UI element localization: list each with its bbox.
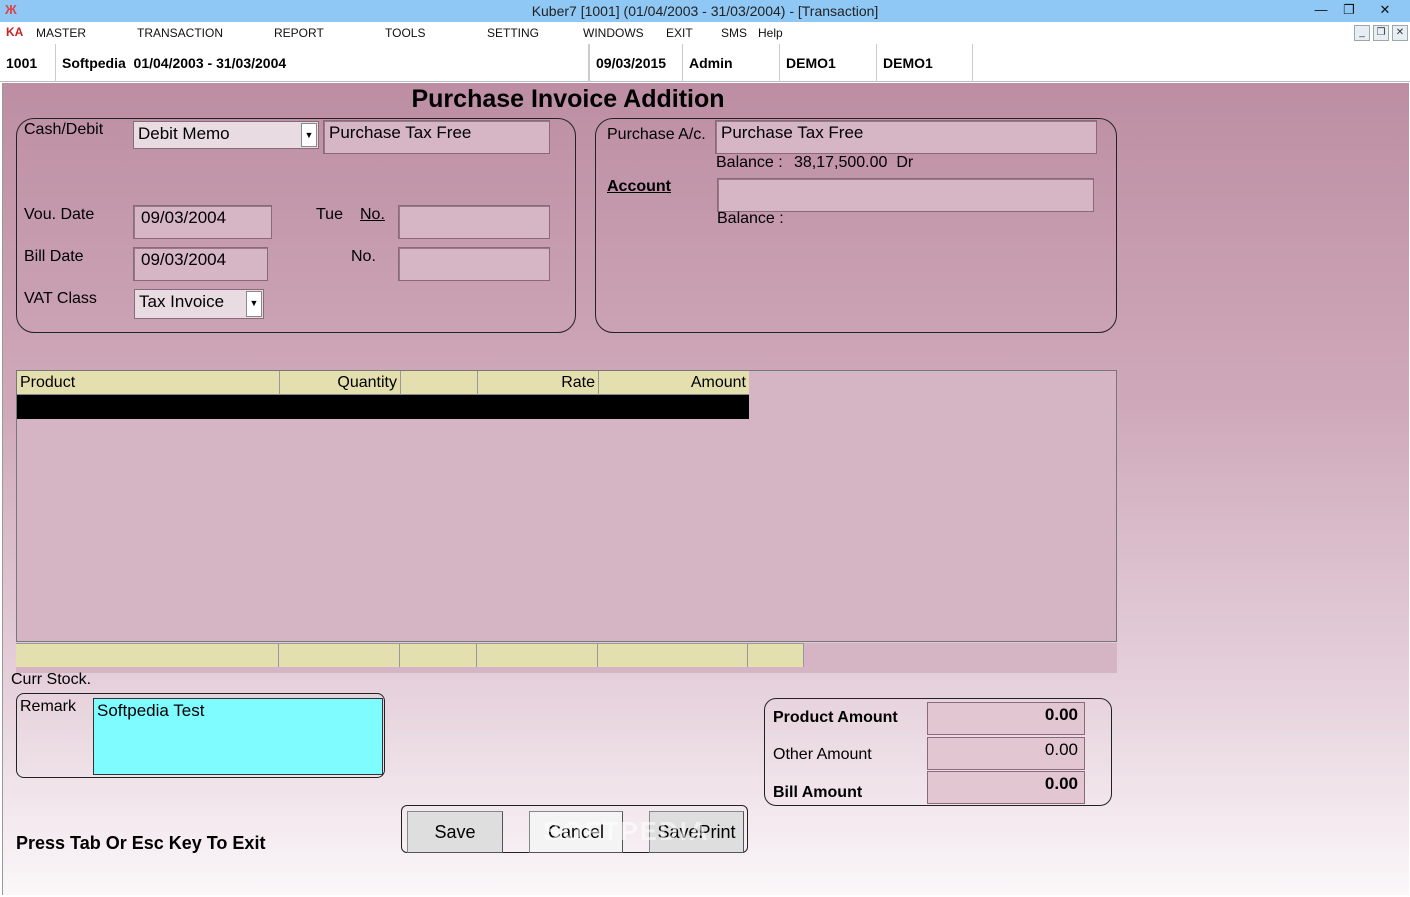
vou-date-field[interactable]: 09/03/2004 (133, 205, 272, 239)
total-cell (598, 643, 748, 667)
total-cell (400, 643, 477, 667)
company-id: 1001 (0, 44, 56, 82)
minimize-button[interactable]: — (1306, 0, 1336, 22)
remark-label: Remark (20, 698, 77, 715)
database-name-2: DEMO1 (877, 44, 973, 82)
purchase-balance-label: Balance : (716, 154, 783, 171)
vou-date-label: Vou. Date (24, 206, 95, 223)
account-balance-label: Balance : (717, 210, 784, 227)
purchase-ac-field[interactable]: Purchase Tax Free (715, 120, 1097, 154)
total-cell (477, 643, 598, 667)
menu-bar: KA MASTER TRANSACTION REPORT TOOLS SETTI… (0, 22, 1410, 44)
total-cell (748, 643, 804, 667)
menu-transaction[interactable]: TRANSACTION (137, 26, 223, 40)
tax-type-field[interactable]: Purchase Tax Free (323, 120, 550, 154)
purchase-invoice-form: Purchase Invoice Addition Cash/Debit Deb… (2, 83, 1409, 895)
bill-no-field[interactable] (398, 247, 550, 281)
bill-date-label: Bill Date (24, 248, 84, 265)
close-button[interactable]: ✕ (1368, 0, 1402, 22)
account-label: Account (607, 178, 671, 195)
product-amount-field: 0.00 (927, 702, 1085, 735)
product-amount-label: Product Amount (773, 709, 898, 726)
column-unit[interactable] (401, 371, 478, 395)
vou-no-field[interactable] (398, 205, 550, 239)
column-rate[interactable]: Rate (478, 371, 599, 395)
vat-class-value: Tax Invoice (139, 292, 225, 311)
save-label: Save (434, 822, 476, 842)
other-amount-field[interactable]: 0.00 (927, 737, 1085, 770)
bill-amount-label: Bill Amount (773, 784, 863, 801)
menu-windows[interactable]: WINDOWS (583, 26, 644, 40)
exit-hint: Press Tab Or Esc Key To Exit (16, 833, 266, 853)
cash-debit-value: Debit Memo (138, 124, 230, 143)
grid-selected-row[interactable] (17, 395, 749, 419)
day-label: Tue (316, 206, 343, 223)
purchase-balance-value: 38,17,500.00 Dr (794, 154, 914, 171)
curr-stock-label: Curr Stock. (11, 671, 92, 688)
vat-class-select[interactable]: Tax Invoice ▼ (134, 289, 264, 319)
bill-amount-field: 0.00 (927, 771, 1085, 804)
vat-class-label: VAT Class (24, 290, 97, 307)
mdi-minimize-button[interactable]: _ (1354, 25, 1370, 41)
mdi-close-button[interactable]: ✕ (1392, 25, 1408, 41)
menu-sms[interactable]: SMS (721, 26, 747, 40)
total-cell (16, 643, 279, 667)
menu-exit[interactable]: EXIT (666, 26, 693, 40)
bill-date-field[interactable]: 09/03/2004 (133, 247, 268, 281)
column-product[interactable]: Product (17, 371, 280, 395)
form-title: Purchase Invoice Addition (411, 85, 725, 113)
column-amount[interactable]: Amount (599, 371, 749, 395)
bill-no-label: No. (351, 248, 376, 265)
total-cell (279, 643, 400, 667)
grid-totals-row (16, 643, 1117, 673)
user-name: Admin (683, 44, 780, 82)
cash-debit-select[interactable]: Debit Memo ▼ (133, 121, 319, 149)
menu-report[interactable]: REPORT (274, 26, 324, 40)
app-logo-icon: KA (6, 25, 24, 39)
status-bar: 1001 Softpedia 01/04/2003 - 31/03/2004 0… (0, 44, 1410, 82)
cash-debit-label: Cash/Debit (24, 121, 104, 138)
remark-field[interactable]: Softpedia Test (93, 698, 383, 775)
restore-button[interactable]: ❐ (1334, 0, 1364, 22)
menu-setting[interactable]: SETTING (487, 26, 539, 40)
purchase-ac-label: Purchase A/c. (607, 126, 706, 143)
current-date: 09/03/2015 (589, 44, 683, 82)
menu-tools[interactable]: TOOLS (385, 26, 425, 40)
dropdown-arrow-icon[interactable]: ▼ (301, 123, 317, 147)
grid-header: Product Quantity Rate Amount (17, 371, 749, 395)
title-bar: Ж Kuber7 [1001] (01/04/2003 - 31/03/2004… (0, 0, 1410, 22)
save-button[interactable]: Save (407, 811, 503, 853)
database-name: DEMO1 (780, 44, 877, 82)
other-amount-label: Other Amount (773, 746, 872, 763)
account-field[interactable] (717, 178, 1094, 212)
dropdown-arrow-icon[interactable]: ▼ (246, 291, 262, 317)
company-info: Softpedia 01/04/2003 - 31/03/2004 (56, 44, 589, 82)
vou-no-label: No. (360, 206, 385, 223)
mdi-restore-button[interactable]: ❐ (1373, 25, 1389, 41)
watermark: SOFTPEDIA (543, 816, 710, 846)
window-title: Kuber7 [1001] (01/04/2003 - 31/03/2004) … (531, 3, 879, 19)
menu-help[interactable]: Help (758, 26, 783, 40)
menu-master[interactable]: MASTER (36, 26, 86, 40)
product-grid[interactable]: Product Quantity Rate Amount (16, 370, 1117, 642)
column-quantity[interactable]: Quantity (280, 371, 401, 395)
